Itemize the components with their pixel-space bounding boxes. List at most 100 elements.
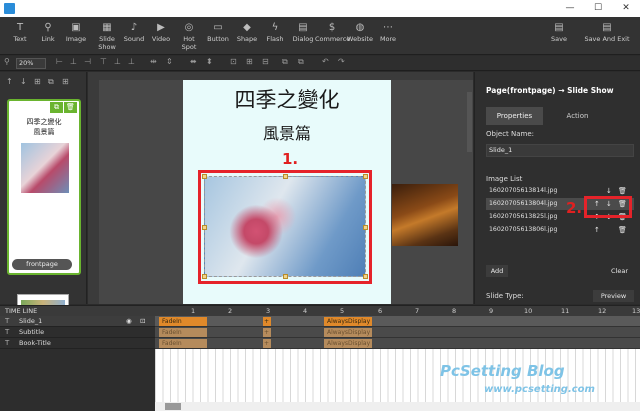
object-name-field[interactable]: Slide_1: [486, 144, 634, 157]
redo-icon[interactable]: ↷: [338, 57, 345, 66]
tab-action[interactable]: Action: [549, 107, 606, 125]
duplicate-page-icon[interactable]: ⧉: [48, 77, 54, 87]
align-middle-icon[interactable]: ⊥: [114, 57, 121, 66]
button-tool-button[interactable]: ▭ Button: [204, 20, 232, 43]
add-page-icon[interactable]: ⊞: [34, 77, 41, 86]
timeline-label: TIME LINE: [5, 307, 38, 315]
text-tool-button[interactable]: T Text: [6, 20, 34, 43]
align-bottom-icon[interactable]: ⊥: [128, 57, 135, 66]
page-settings-icon[interactable]: ⊞: [62, 77, 69, 86]
resize-handle-ml[interactable]: [202, 225, 207, 230]
timeline-layer-book-title[interactable]: T Book-Title: [0, 338, 155, 349]
slideshow-tool-label: Slide Show: [98, 35, 116, 51]
timeline-track[interactable]: FadeIn + AlwaysDisplay: [155, 316, 640, 327]
shape-tool-button[interactable]: ◆ Shape: [233, 20, 261, 43]
panel-scrollbar[interactable]: [467, 92, 472, 152]
resize-handle-bl[interactable]: [202, 274, 207, 279]
hotspot-icon: ◎: [184, 22, 194, 33]
resize-handle-tm[interactable]: [283, 174, 288, 179]
resize-handle-tr[interactable]: [363, 174, 368, 179]
subtitle-text[interactable]: 風景篇: [183, 120, 391, 144]
link-tool-label: Link: [41, 35, 55, 43]
delete-page-icon[interactable]: 🗑: [64, 102, 77, 113]
save-exit-label: Save And Exit: [584, 35, 630, 43]
image-list-item[interactable]: 16020705613806l.jpg ↑ 🗑: [486, 224, 634, 236]
timeline-layer-slide[interactable]: T Slide_1 ◉ ⊡: [0, 316, 155, 327]
same-width-icon[interactable]: ⬌: [190, 57, 197, 66]
ungroup-icon[interactable]: ⊟: [262, 57, 269, 66]
clip-alwaysdisplay[interactable]: AlwaysDisplay: [324, 339, 372, 348]
clip-fadein[interactable]: FadeIn: [159, 328, 207, 337]
maximize-button[interactable]: ☐: [584, 0, 612, 17]
flash-tool-button[interactable]: ϟ Flash: [261, 20, 289, 43]
scroll-thumb[interactable]: [165, 403, 181, 410]
resize-handle-br[interactable]: [363, 274, 368, 279]
clip-alwaysdisplay[interactable]: AlwaysDisplay: [324, 317, 372, 326]
text-icon: T: [16, 22, 24, 33]
dialog-tool-button[interactable]: ▤ Dialog: [289, 20, 317, 43]
link-tool-button[interactable]: ⚲ Link: [34, 20, 62, 43]
flash-tool-label: Flash: [266, 35, 284, 43]
close-button[interactable]: ✕: [612, 0, 640, 17]
align-center-icon[interactable]: ⊥: [70, 57, 77, 66]
timeline-tick: 7: [415, 307, 420, 315]
watermark-url: www.pcsetting.com: [484, 384, 595, 395]
bring-front-icon[interactable]: ⧉: [282, 57, 288, 67]
book-title-text[interactable]: 四季之變化: [183, 84, 391, 114]
hotspot-tool-label: Hot Spot: [181, 35, 197, 51]
resize-handle-mr[interactable]: [363, 225, 368, 230]
lock-layer-icon[interactable]: ⊡: [140, 316, 145, 327]
video-tool-button[interactable]: ▶ Video: [147, 20, 175, 43]
align-left-icon[interactable]: ⊢: [56, 57, 63, 66]
timeline-header: TIME LINE 1 2 3 4 5 6 7 8 9 10 11 12 13: [0, 305, 640, 316]
lock-icon[interactable]: ⊡: [230, 57, 237, 66]
arrow-up-icon[interactable]: ↑: [594, 224, 600, 236]
timeline-layer-subtitle[interactable]: T Subtitle: [0, 327, 155, 338]
minimize-button[interactable]: —: [556, 0, 584, 17]
move-down-icon[interactable]: ↓: [20, 77, 27, 86]
save-button[interactable]: ▤ Save: [545, 20, 573, 43]
clip-fadein[interactable]: FadeIn: [159, 317, 207, 326]
sound-icon: ♪: [130, 22, 138, 33]
page-thumbnail-frontpage[interactable]: 四季之變化 風景篇: [7, 99, 81, 275]
eye-icon[interactable]: ◉: [126, 316, 132, 327]
clear-images-button[interactable]: Clear: [605, 265, 634, 277]
tab-properties[interactable]: Properties: [486, 107, 543, 125]
clip-marker[interactable]: +: [263, 317, 271, 326]
group-icon[interactable]: ⊞: [246, 57, 253, 66]
timeline-track[interactable]: FadeIn + AlwaysDisplay: [155, 338, 640, 349]
sound-tool-button[interactable]: ♪ Sound: [120, 20, 148, 43]
copy-page-icon[interactable]: ⧉: [50, 102, 63, 113]
add-image-button[interactable]: Add: [486, 265, 508, 277]
hotspot-tool-button[interactable]: ◎ Hot Spot: [175, 20, 203, 51]
clip-alwaysdisplay[interactable]: AlwaysDisplay: [324, 328, 372, 337]
image-tool-button[interactable]: ▣ Image: [62, 20, 90, 43]
clip-marker[interactable]: +: [263, 339, 271, 348]
timeline-track[interactable]: FadeIn + AlwaysDisplay: [155, 327, 640, 338]
distribute-h-icon[interactable]: ⇹: [150, 57, 157, 66]
commerce-tool-button[interactable]: $ Commerce: [315, 20, 350, 43]
zoom-select[interactable]: 20%: [16, 58, 46, 69]
align-right-icon[interactable]: ⊣: [84, 57, 91, 66]
slideshow-object[interactable]: [204, 176, 366, 277]
distribute-v-icon[interactable]: ⇕: [166, 57, 173, 66]
save-and-exit-button[interactable]: ▤ Save And Exit: [580, 20, 634, 43]
clip-marker[interactable]: +: [263, 328, 271, 337]
zoom-icon[interactable]: ⚲: [4, 57, 10, 66]
align-top-icon[interactable]: ⊤: [100, 57, 107, 66]
timeline-tick: 3: [266, 307, 271, 315]
same-height-icon[interactable]: ⬍: [206, 57, 213, 66]
send-back-icon[interactable]: ⧉: [298, 57, 304, 67]
move-up-icon[interactable]: ↑: [6, 77, 13, 86]
timeline-tick: 5: [340, 307, 345, 315]
resize-handle-tl[interactable]: [202, 174, 207, 179]
trash-icon[interactable]: 🗑: [618, 224, 627, 236]
clip-fadein[interactable]: FadeIn: [159, 339, 207, 348]
timeline-tick: 10: [524, 307, 533, 315]
slide-type-select[interactable]: Preview: [593, 290, 634, 302]
undo-icon[interactable]: ↶: [322, 57, 329, 66]
website-tool-button[interactable]: ◍ Website: [346, 20, 374, 43]
resize-handle-bm[interactable]: [283, 274, 288, 279]
slideshow-tool-button[interactable]: ▦ Slide Show: [90, 20, 124, 51]
more-tool-button[interactable]: ⋯ More: [374, 20, 402, 43]
